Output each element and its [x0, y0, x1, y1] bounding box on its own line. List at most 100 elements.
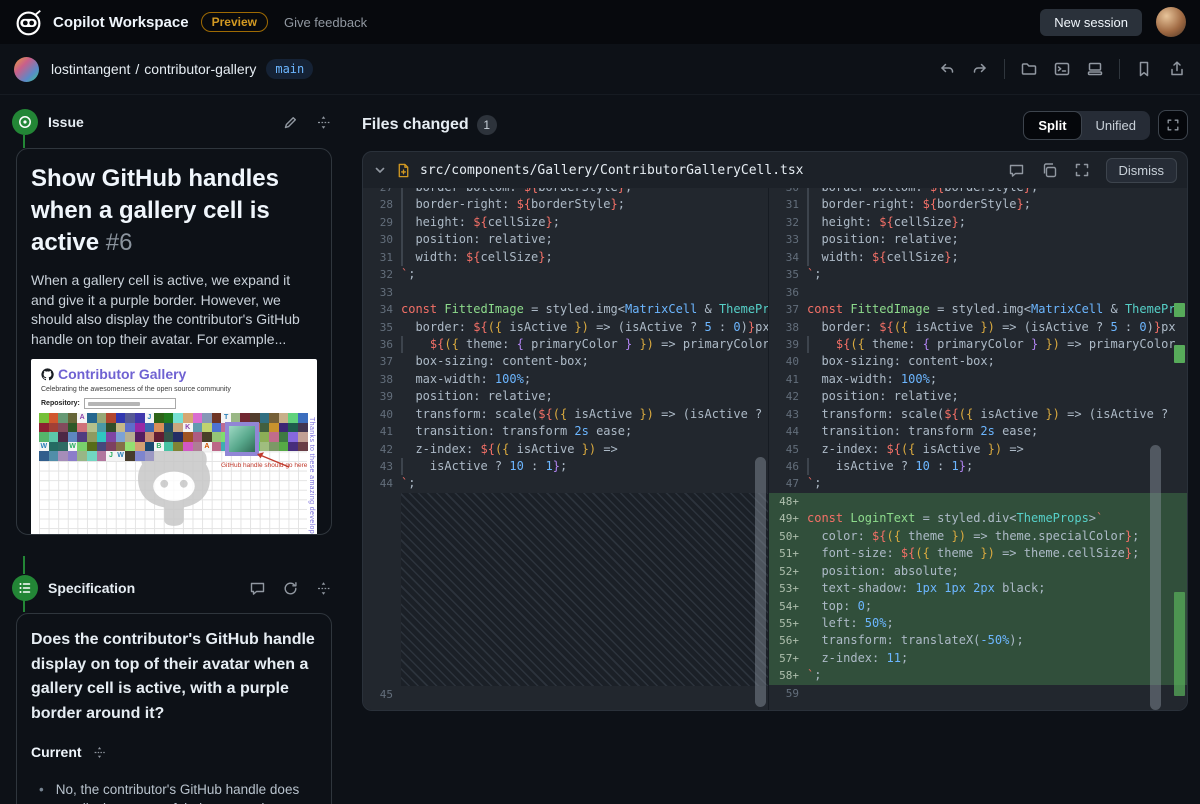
- code-line: 34 const FittedImage = styled.img<MatrixC…: [379, 302, 768, 317]
- codespace-icon[interactable]: [1086, 60, 1104, 78]
- code-line: 34 width: ${cellSize};: [769, 249, 1187, 266]
- divider: [1119, 59, 1120, 79]
- timeline-connector: [23, 135, 25, 148]
- give-feedback-link[interactable]: Give feedback: [284, 15, 367, 30]
- issue-section-label: Issue: [48, 114, 84, 130]
- avatar-cell: [77, 432, 87, 442]
- undo-icon[interactable]: [938, 60, 956, 78]
- avatar-cell: [298, 432, 308, 442]
- avatar-cell: [106, 422, 116, 433]
- code-line: 41 max-width: 100%;: [785, 371, 938, 386]
- avatar-cell: [58, 422, 68, 433]
- sidebar: Issue Show GitHub handles when a gallery…: [0, 95, 348, 804]
- edit-pencil-icon[interactable]: [282, 114, 299, 131]
- issue-section-header: Issue: [12, 105, 332, 139]
- avatar-cell: [144, 432, 155, 442]
- avatar-cell: [173, 413, 183, 423]
- avatar-cell: [298, 413, 308, 423]
- right-pane-scrollbar[interactable]: [1150, 445, 1161, 710]
- regenerate-icon[interactable]: [282, 580, 299, 597]
- issue-title-text: Show GitHub handles when a gallery cell …: [31, 165, 280, 256]
- unified-view-button[interactable]: Unified: [1082, 111, 1150, 140]
- avatar-cell: [211, 441, 222, 452]
- branch-badge[interactable]: main: [266, 59, 314, 79]
- code-line: 40 box-sizing: content-box;: [785, 354, 995, 369]
- diff-ruler-mark: [1174, 345, 1185, 363]
- bookmark-icon[interactable]: [1135, 60, 1153, 78]
- code-line: 40 transform: scale(${({ isActive }) => …: [379, 406, 763, 421]
- avatar-cell: [288, 413, 299, 423]
- left-pane-scrollbar[interactable]: [755, 457, 766, 707]
- avatar-cell: [269, 422, 279, 433]
- repo-bar: lostintangent / contributor-gallery main: [0, 44, 1200, 95]
- avatar-cell: [182, 413, 193, 423]
- code-line: 56+ transform: translateX(-50%);: [769, 632, 1187, 650]
- repo-owner-avatar[interactable]: [14, 56, 39, 82]
- code-line: 38 max-width: 100%;: [379, 371, 532, 386]
- avatar-cell: [173, 441, 183, 452]
- comment-icon[interactable]: [1008, 162, 1025, 179]
- iterate-icon[interactable]: [92, 745, 107, 760]
- repo-owner[interactable]: lostintangent: [51, 61, 130, 77]
- avatar-cell: [67, 413, 78, 423]
- collapse-chevron-icon[interactable]: [373, 163, 387, 177]
- avatar-cell: [259, 413, 270, 423]
- code-line: 58+ `;: [769, 667, 1187, 685]
- code-line: 46 isActive ? 10 : 1};: [769, 458, 1187, 475]
- code-line: 32 height: ${cellSize};: [769, 214, 1187, 231]
- file-path[interactable]: src/components/Gallery/ContributorGaller…: [420, 163, 804, 178]
- avatar-cell: [67, 451, 78, 461]
- timeline-connector: [23, 556, 25, 574]
- dismiss-button[interactable]: Dismiss: [1105, 157, 1177, 183]
- avatar-cell: [125, 432, 135, 442]
- avatar-cell: [202, 432, 212, 442]
- files-icon[interactable]: [1020, 60, 1038, 78]
- redo-icon[interactable]: [971, 60, 989, 78]
- iterate-icon[interactable]: [315, 580, 332, 597]
- code-line: 37 const FittedImage = styled.img<MatrixC…: [785, 302, 1176, 317]
- avatar-cell: [96, 432, 107, 442]
- specification-section-label: Specification: [48, 580, 136, 596]
- avatar-cell: [134, 441, 145, 452]
- code-line: 49+ const LoginText = styled.div<ThemePro…: [769, 510, 1187, 528]
- avatar-cell: [202, 422, 212, 433]
- code-line: 33 position: relative;: [769, 231, 1187, 248]
- code-line: 42 position: relative;: [785, 389, 959, 404]
- avatar-cell: [278, 413, 289, 423]
- copy-icon[interactable]: [1041, 162, 1058, 179]
- avatar-cell: [298, 422, 308, 433]
- share-icon[interactable]: [1168, 60, 1186, 78]
- expand-icon[interactable]: [1074, 162, 1090, 178]
- diff-card: src/components/Gallery/ContributorGaller…: [362, 151, 1188, 711]
- code-line: 42 z-index: ${({ isActive }) =>: [379, 441, 618, 456]
- gallery-repository-value: [87, 401, 140, 406]
- avatar-cell: [96, 441, 107, 452]
- user-avatar[interactable]: [1156, 7, 1186, 37]
- repo-name[interactable]: contributor-gallery: [144, 61, 256, 77]
- code-line: 44 transition: transform 2s ease;: [785, 424, 1039, 439]
- iterate-icon[interactable]: [315, 114, 332, 131]
- issue-number[interactable]: #6: [106, 229, 133, 256]
- comment-icon[interactable]: [249, 580, 266, 597]
- diff-pane-old: 27 border-bottom: ${borderStyle};28 bord…: [363, 188, 769, 710]
- annotation-text: GitHub handle should go here: [221, 462, 308, 469]
- issue-screenshot: Contributor Gallery Celebrating the awes…: [31, 359, 317, 534]
- avatar-cell: [125, 422, 135, 433]
- gallery-repository-input[interactable]: [83, 398, 176, 409]
- current-label: Current: [31, 744, 82, 760]
- split-view-button[interactable]: Split: [1023, 110, 1082, 140]
- avatar-cell: [86, 422, 97, 433]
- avatar-cell: [269, 432, 279, 442]
- terminal-icon[interactable]: [1053, 60, 1071, 78]
- code-line: 43 transform: scale(${({ isActive }) => …: [785, 406, 1169, 421]
- code-line: 39 position: relative;: [379, 389, 553, 404]
- code-line: 54+ top: 0;: [769, 597, 1187, 615]
- issue-title: Show GitHub handles when a gallery cell …: [31, 163, 317, 259]
- new-session-button[interactable]: New session: [1040, 8, 1142, 36]
- avatar-cell: J: [106, 451, 116, 461]
- avatar-cell: [39, 451, 49, 461]
- fullscreen-button[interactable]: [1158, 110, 1188, 140]
- diff-pane-new: 30 border-bottom: ${borderStyle};31 bord…: [769, 188, 1187, 710]
- diff-file-header: src/components/Gallery/ContributorGaller…: [363, 152, 1187, 188]
